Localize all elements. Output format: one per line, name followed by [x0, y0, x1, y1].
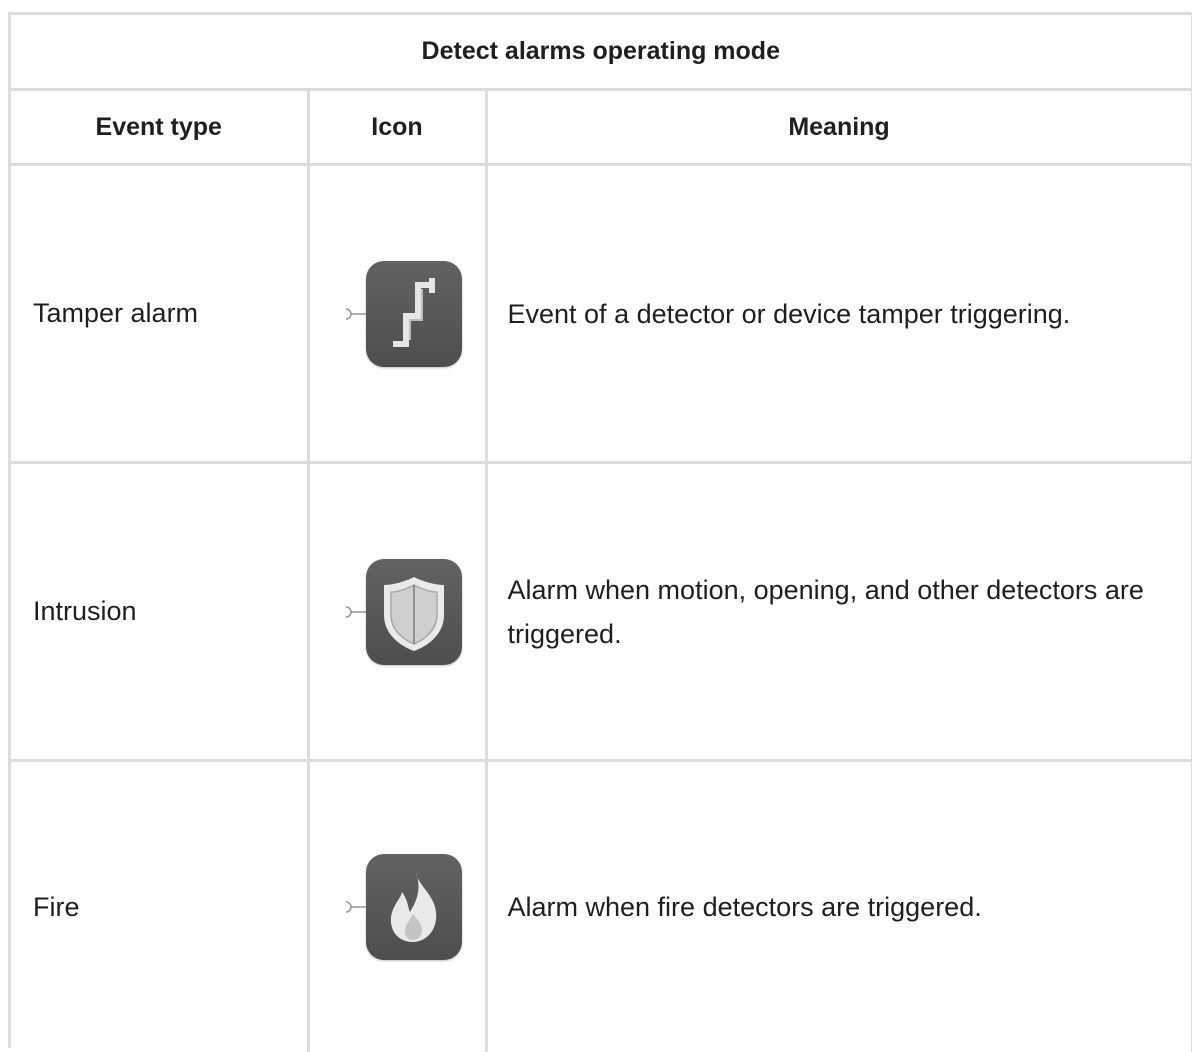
event-type-cell: Fire	[11, 761, 308, 1052]
shield-glyph	[366, 559, 462, 665]
alarm-modes-table: Detect alarms operating mode Event type …	[11, 15, 1192, 1052]
event-type-cell: Tamper alarm	[11, 165, 308, 463]
column-header-icon: Icon	[308, 90, 486, 165]
table-header-row: Event type Icon Meaning	[11, 90, 1192, 165]
meaning-cell: Alarm when motion, opening, and other de…	[486, 463, 1192, 761]
shield-icon	[366, 559, 462, 665]
column-header-event-type: Event type	[11, 90, 308, 165]
icon-cell	[308, 761, 486, 1052]
connector-icon	[344, 307, 366, 321]
event-type-cell: Intrusion	[11, 463, 308, 761]
fire-glyph	[366, 854, 462, 960]
connector-icon	[344, 900, 366, 914]
fire-icon	[366, 854, 462, 960]
table-title-row: Detect alarms operating mode	[11, 15, 1192, 90]
connector-icon	[344, 605, 366, 619]
table-row: Tamper alarm Event of a detector or devi	[11, 165, 1192, 463]
icon-cell	[308, 463, 486, 761]
column-header-meaning: Meaning	[486, 90, 1192, 165]
table-title: Detect alarms operating mode	[11, 15, 1192, 90]
tamper-glyph	[366, 261, 462, 367]
icon-cell	[308, 165, 486, 463]
meaning-cell: Alarm when fire detectors are triggered.	[486, 761, 1192, 1052]
table-row: Intrusion Alarm when moti	[11, 463, 1192, 761]
table-row: Fire Alarm when fire detectors are trigg	[11, 761, 1192, 1052]
meaning-cell: Event of a detector or device tamper tri…	[486, 165, 1192, 463]
alarm-modes-table-container: Detect alarms operating mode Event type …	[8, 12, 1192, 1048]
tamper-icon	[366, 261, 462, 367]
